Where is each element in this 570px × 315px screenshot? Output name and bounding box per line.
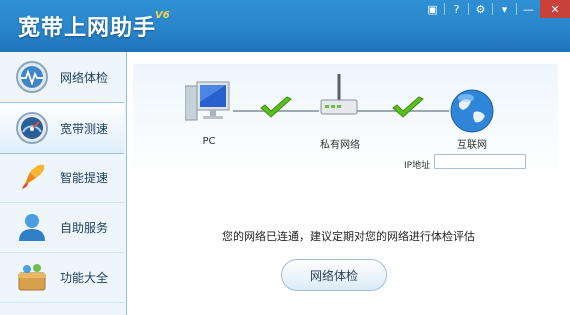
sidebar-item-label: 智能提速: [60, 170, 109, 185]
sidebar-item-label: 自助服务: [60, 220, 109, 235]
settings-icon[interactable]: ⚙: [469, 0, 492, 18]
sidebar-item-all-features[interactable]: 功能大全: [0, 252, 124, 303]
app-version: V6: [155, 10, 170, 21]
help-icon[interactable]: ?: [445, 0, 468, 18]
node-label-internet: 互联网: [457, 140, 487, 151]
ip-address-label: IP地址: [404, 161, 431, 171]
minimize-icon[interactable]: —: [517, 0, 540, 18]
check-icon: [392, 96, 424, 118]
speedometer-icon: [16, 112, 48, 144]
ip-address-input[interactable]: [434, 154, 526, 169]
rocket-icon: [22, 164, 45, 189]
sidebar-item-network-check[interactable]: 网络体检: [0, 52, 124, 103]
globe-icon: [450, 89, 494, 133]
window-controls: ▣ ? ⚙ ▾ — ✕: [421, 0, 570, 18]
heartbeat-icon: [16, 61, 48, 93]
status-message: 您的网络已连通，建议定期对您的网络进行体检评估: [222, 230, 475, 243]
sidebar-item-label: 功能大全: [60, 270, 109, 285]
node-label-pc: PC: [202, 136, 216, 147]
router-icon: [320, 74, 358, 115]
pc-icon: [185, 81, 230, 121]
network-check-button[interactable]: 网络体检: [281, 259, 387, 291]
toolbox-icon: [18, 264, 46, 291]
skin-icon[interactable]: ▣: [421, 0, 444, 18]
sidebar-item-smart-boost[interactable]: 智能提速: [0, 152, 124, 203]
title-bar: 宽带上网助手 V6 ▣ ? ⚙ ▾ — ✕: [0, 0, 570, 52]
sidebar-item-label: 网络体检: [60, 70, 109, 85]
sidebar-item-label: 宽带测速: [60, 121, 109, 136]
close-icon[interactable]: ✕: [540, 0, 570, 18]
node-label-private-network: 私有网络: [320, 140, 360, 151]
app-title: 宽带上网助手: [18, 16, 157, 41]
sidebar-item-speed-test[interactable]: 宽带测速: [0, 102, 124, 154]
sidebar-item-self-service[interactable]: 自助服务: [0, 202, 124, 253]
check-icon: [260, 96, 292, 118]
menu-icon[interactable]: ▾: [493, 0, 516, 18]
user-icon: [19, 214, 45, 241]
sidebar: 网络体检 宽带测速 智能提速 自助服务 功能大全: [0, 52, 127, 315]
